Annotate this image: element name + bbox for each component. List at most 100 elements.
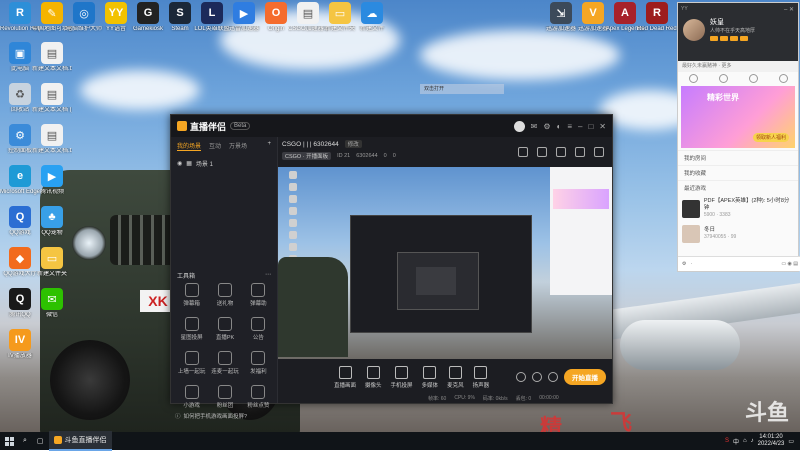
source-button[interactable]: 直播画面 bbox=[334, 365, 356, 389]
window-titlebar[interactable]: 直播伴侣 Beta ✉ ⚙ ◐ ≡ – □ ✕ bbox=[171, 115, 612, 137]
stream-preview[interactable] bbox=[278, 167, 612, 359]
menu-icon[interactable]: ≡ bbox=[567, 122, 572, 131]
tool-label: 上墙一起玩 bbox=[177, 369, 206, 375]
desktop-icon[interactable]: ☁ 新建文件 bbox=[352, 2, 392, 33]
tip-text: 如何把手机游戏画面投屏? bbox=[183, 414, 248, 420]
games-icon[interactable] bbox=[778, 73, 788, 83]
tool-item[interactable]: 直播PK bbox=[208, 317, 241, 341]
edit-title-button[interactable]: 修改 bbox=[344, 140, 362, 148]
maximize-icon[interactable]: □ bbox=[588, 122, 593, 131]
tab-scene-market[interactable]: 万景场 bbox=[229, 141, 247, 151]
minimize-icon[interactable]: – bbox=[578, 122, 582, 131]
start-button[interactable] bbox=[0, 432, 18, 450]
section-my-rooms[interactable]: 我的房间 bbox=[678, 150, 798, 165]
tool-icon bbox=[251, 351, 266, 365]
desktop-icon[interactable]: ▶ 腾讯视频 bbox=[32, 165, 72, 196]
eye-icon[interactable]: ◉ bbox=[177, 160, 182, 167]
avatar[interactable] bbox=[683, 19, 705, 41]
help-tip[interactable]: ⓘ 如何把手机游戏画面投屏? bbox=[171, 409, 281, 423]
app-icon: ▤ bbox=[297, 2, 319, 24]
thumbnail bbox=[682, 225, 700, 243]
network-icon[interactable]: ⌂ bbox=[743, 438, 747, 444]
settings-icon[interactable]: ⚙ bbox=[543, 122, 550, 131]
desktop-icon[interactable]: ▤ 新建文本文档.txt bbox=[32, 124, 72, 155]
source-button[interactable]: 手机投屏 bbox=[390, 365, 413, 389]
add-scene-icon[interactable]: + bbox=[267, 141, 271, 151]
app-icon: ▤ bbox=[41, 83, 63, 105]
desktop-icon[interactable]: ▭ 新建文件夹 bbox=[32, 247, 72, 278]
tab-interaction[interactable]: 互动 bbox=[209, 141, 221, 151]
desktop-icon[interactable]: ▤ 新建文本文档.txt bbox=[32, 42, 72, 73]
tool-item[interactable]: 小游戏 bbox=[175, 385, 208, 409]
live-companion-window[interactable]: 直播伴侣 Beta ✉ ⚙ ◐ ≡ – □ ✕ 我的场景 互动 万景场 + ◉ … bbox=[170, 114, 613, 420]
desktop-icon-label: 新建文本文档.txt bbox=[32, 66, 72, 72]
tool-item[interactable]: 上墙一起玩 bbox=[175, 351, 208, 375]
notification-icon[interactable]: ▭ bbox=[788, 438, 794, 445]
tool-item[interactable]: 发福利 bbox=[242, 351, 275, 375]
gear-icon[interactable] bbox=[548, 372, 558, 382]
promo-banner[interactable]: 精彩世界 领取新人福利 bbox=[681, 86, 795, 148]
tool-item[interactable]: 粉丝团 bbox=[208, 385, 241, 409]
section-recent[interactable]: 最近游戏 bbox=[678, 180, 798, 195]
tray-app-icon[interactable]: S bbox=[725, 438, 729, 444]
tool-item[interactable]: 公告 bbox=[242, 317, 275, 341]
banner-button[interactable]: 领取新人福利 bbox=[752, 133, 789, 142]
taskbar-app-live-companion[interactable]: 斗鱼直播伴侣 bbox=[48, 431, 112, 451]
source-button[interactable]: 多媒体 bbox=[422, 365, 438, 389]
app-icon: ▭ bbox=[41, 247, 63, 269]
skin-icon[interactable]: ◐ bbox=[556, 122, 561, 131]
clock[interactable]: 14:01:20 2022/4/23 bbox=[758, 434, 785, 448]
scene-item[interactable]: ◉ ▦ 场景 1 bbox=[177, 159, 271, 168]
desktop-icon[interactable]: IV IV播放器 bbox=[0, 329, 40, 360]
start-stream-button[interactable]: 开始直播 bbox=[564, 369, 606, 385]
camera-toggle-icon[interactable] bbox=[516, 372, 526, 382]
gear-icon[interactable]: ⚙ bbox=[682, 261, 686, 267]
list-item[interactable]: 冬日 37940055 · 99 bbox=[678, 222, 798, 246]
ime-indicator[interactable]: 中 bbox=[733, 437, 739, 446]
tool-item[interactable]: 星图投屏 bbox=[175, 317, 208, 341]
chat-icon[interactable] bbox=[688, 73, 698, 83]
record-icon[interactable] bbox=[537, 147, 547, 157]
list-item[interactable]: PDF【APEX英雄】(2种): 5小时8分钟 5900 · 3383 bbox=[678, 195, 798, 222]
source-button[interactable]: 扬声器 bbox=[473, 365, 489, 389]
layout-icon[interactable] bbox=[518, 147, 528, 157]
app-icon: ♣ bbox=[41, 206, 63, 228]
source-button[interactable]: 摄像头 bbox=[365, 365, 382, 389]
tab-my-scenes[interactable]: 我的场景 bbox=[177, 141, 202, 151]
toolbox-more-icon[interactable]: ⋯ bbox=[265, 271, 271, 280]
preview-nested-window bbox=[397, 252, 479, 310]
source-button[interactable]: 麦克风 bbox=[447, 365, 464, 389]
logo-icon bbox=[177, 121, 187, 131]
tool-item[interactable]: 弹幕助 bbox=[242, 283, 275, 307]
more-icons[interactable]: ▭ ◉ ▤ bbox=[781, 261, 798, 267]
window-controls[interactable]: – ✕ bbox=[784, 6, 794, 13]
preview-toggle-icon[interactable] bbox=[532, 372, 542, 382]
volume-icon[interactable]: ♪ bbox=[751, 438, 754, 444]
chat-icon[interactable] bbox=[575, 147, 585, 157]
tool-item[interactable]: 送礼物 bbox=[208, 283, 241, 307]
group-icon[interactable] bbox=[748, 73, 758, 83]
source-label: 手机投屏 bbox=[390, 382, 413, 389]
desktop-icon[interactable]: ✉ 微信 bbox=[32, 288, 72, 319]
desktop-icon[interactable]: ♣ QQ宠物 bbox=[32, 206, 72, 237]
beta-badge[interactable]: Beta bbox=[230, 122, 251, 130]
contacts-icon[interactable] bbox=[718, 73, 728, 83]
section-favorites[interactable]: 我的收藏 bbox=[678, 165, 798, 180]
mail-icon[interactable]: ✉ bbox=[531, 122, 538, 131]
tool-item[interactable]: 粉丝点赞 bbox=[242, 385, 275, 409]
tool-item[interactable]: 弹幕箱 bbox=[175, 283, 208, 307]
category-pill[interactable]: CSGO · 开播面板 bbox=[282, 152, 332, 160]
search-icon[interactable]: ⌕ bbox=[18, 432, 32, 450]
tool-icon bbox=[217, 385, 232, 399]
app-icon: Q bbox=[9, 288, 31, 310]
desktop-icon[interactable]: ▤ 新建文本文档 (2).txt bbox=[32, 83, 72, 114]
tool-label: 粉丝点赞 bbox=[247, 403, 270, 409]
close-icon[interactable]: ✕ bbox=[599, 122, 606, 131]
desktop-icon[interactable]: R Red Dead Redemption bbox=[637, 2, 677, 33]
tool-item[interactable]: 连麦一起玩 bbox=[208, 351, 241, 375]
screenshot-icon[interactable] bbox=[556, 147, 566, 157]
app-label: YY bbox=[681, 6, 688, 12]
user-avatar[interactable] bbox=[513, 120, 525, 132]
task-view-icon[interactable]: ▢ bbox=[32, 432, 49, 450]
share-icon[interactable] bbox=[594, 147, 604, 157]
